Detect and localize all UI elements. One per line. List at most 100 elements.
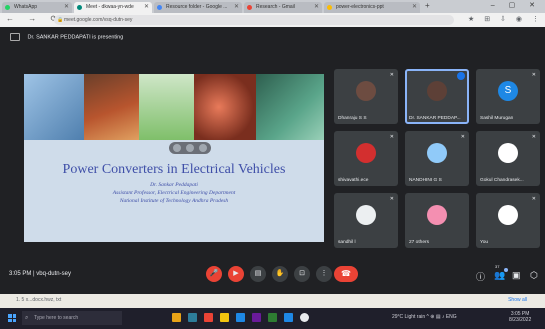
participant-tile[interactable]: ✕ sandhil l: [334, 193, 398, 248]
participant-name: Gokul Chandrasek...: [480, 178, 524, 183]
mic-toggle-button[interactable]: 🎤: [206, 266, 222, 282]
avatar: S: [498, 81, 518, 101]
tab-drive[interactable]: Resource folder - Google ... ✕: [154, 2, 242, 13]
tab-ppt[interactable]: power-electronics-ppt ✕: [324, 2, 420, 13]
chrome-icon[interactable]: [204, 313, 213, 322]
windows-start-icon[interactable]: [8, 314, 16, 322]
new-tab-button[interactable]: +: [425, 1, 430, 10]
excel-icon[interactable]: [268, 313, 277, 322]
previous-slide-icon[interactable]: [173, 144, 181, 152]
file-explorer-icon[interactable]: [172, 313, 181, 322]
participant-tile-others[interactable]: 27 others: [405, 193, 469, 248]
taskbar-app-icon[interactable]: [284, 313, 293, 322]
participant-name: shivavathi.ece: [338, 178, 369, 183]
url-field[interactable]: 🔒 meet.google.com/vsq-dutn-sey: [54, 15, 454, 25]
meeting-code: vbq-dutn-sey: [36, 271, 71, 277]
people-icon[interactable]: 👥: [494, 268, 509, 281]
taskbar-app-icon[interactable]: [252, 313, 261, 322]
participant-tile-speaking[interactable]: Dr. SANKAR PEDDAP...: [405, 69, 469, 124]
mic-off-icon: ✕: [531, 196, 536, 202]
avatar: [427, 81, 447, 101]
window-controls[interactable]: – ▢ ✕: [491, 1, 541, 9]
mic-off-icon: ✕: [389, 134, 394, 140]
raise-hand-button[interactable]: ✋: [272, 266, 288, 282]
meeting-time: 3:05 PM: [9, 271, 32, 277]
lock-icon: 🔒: [57, 17, 64, 23]
slide-author: Dr. Sankar Peddapati: [150, 182, 198, 188]
green-car-image: [139, 74, 194, 140]
extension-icons[interactable]: ★ ⊞ ⇩ ◉ ⋮: [468, 15, 543, 23]
taskbar-app-icon[interactable]: [300, 313, 309, 322]
camera-toggle-button[interactable]: ▶: [228, 266, 244, 282]
close-tab-icon[interactable]: ✕: [144, 2, 149, 13]
presentation-icon: [10, 33, 20, 41]
weather-text: 29°C Light rain: [392, 314, 426, 320]
more-options-button[interactable]: ⋮: [316, 266, 332, 282]
taskbar-clock[interactable]: 3:05 PM 8/23/2022: [509, 311, 531, 323]
search-icon: ⌕: [25, 315, 29, 321]
close-tab-icon[interactable]: ✕: [234, 2, 239, 13]
meet-area: Dr. SANKAR PEDDAPATI is presenting Power…: [0, 27, 545, 294]
word-icon[interactable]: [236, 313, 245, 322]
participant-tile[interactable]: ✕ Gokul Chandrasek...: [476, 131, 540, 186]
avatar: [356, 81, 376, 101]
avatar: [356, 143, 376, 163]
capacitors-image: [194, 74, 256, 140]
participant-name: Sashil Murugan: [480, 116, 514, 121]
close-tab-icon[interactable]: ✕: [314, 2, 319, 13]
show-all-downloads[interactable]: Show all: [508, 297, 527, 303]
meeting-info-icon[interactable]: ⓘ: [476, 270, 485, 283]
participant-tile[interactable]: ✕ Dhanraju S S: [334, 69, 398, 124]
mic-off-icon: ✕: [531, 72, 536, 78]
chat-icon[interactable]: ▣: [512, 270, 521, 281]
next-slide-icon[interactable]: [199, 144, 207, 152]
mic-off-icon: ✕: [389, 72, 394, 78]
search-placeholder: Type here to search: [34, 315, 79, 321]
participant-name: You: [480, 240, 489, 245]
avatar: [356, 205, 376, 225]
taskbar-search-box[interactable]: ⌕ Type here to search: [22, 311, 122, 325]
url-text: meet.google.com/vsq-dutn-sey: [64, 17, 133, 23]
slide-menu-icon[interactable]: [186, 144, 194, 152]
whatsapp-icon: [5, 5, 10, 10]
slide-position: Assistant Professor, Electrical Engineer…: [112, 190, 236, 196]
slides-icon: [327, 5, 332, 10]
tab-label: Meet - dkwaa-yn-wde: [86, 4, 134, 10]
gmail-icon: [247, 5, 252, 10]
tab-label: power-electronics-ppt: [336, 4, 384, 10]
slide-institute: National Institute of Technology Andhra …: [119, 198, 229, 204]
taskbar-app-icon[interactable]: [188, 313, 197, 322]
participant-name: Dr. SANKAR PEDDAP...: [409, 116, 461, 121]
participant-tile[interactable]: ✕ NANDHINI G S: [405, 131, 469, 186]
slide-controls[interactable]: [169, 142, 211, 154]
download-item[interactable]: 1. 5 x...docx.hwz, txt: [16, 297, 61, 303]
present-button[interactable]: ⊡: [294, 266, 310, 282]
participant-tile[interactable]: ✕ S Sashil Murugan: [476, 69, 540, 124]
speaking-indicator-icon: [457, 72, 465, 80]
windows-taskbar: ⌕ Type here to search 29°C Light rain ^ …: [0, 308, 545, 329]
tab-label: Research - Gmail: [256, 4, 295, 10]
components-image: [84, 74, 139, 140]
activities-icon[interactable]: ⬡: [530, 270, 538, 281]
captions-button[interactable]: ▤: [250, 266, 266, 282]
close-tab-icon[interactable]: ✕: [64, 2, 69, 13]
end-call-button[interactable]: ☎: [334, 266, 358, 282]
slide-title: Power Converters in Electrical Vehicles: [62, 162, 286, 177]
participant-tile-self[interactable]: ✕ You: [476, 193, 540, 248]
ev-charger-image: [24, 74, 84, 140]
close-tab-icon[interactable]: ✕: [412, 2, 417, 13]
participant-name: 27 others: [409, 240, 430, 245]
people-count: 37: [495, 264, 500, 269]
participant-tile[interactable]: ✕ shivavathi.ece: [334, 131, 398, 186]
tray-icons: ^ ⊕ ▤ ♪ ENG: [426, 314, 457, 320]
clock-date: 8/23/2022: [509, 317, 532, 323]
tab-gmail[interactable]: Research - Gmail ✕: [244, 2, 322, 13]
tab-label: Resource folder - Google ...: [166, 4, 228, 10]
tab-meet[interactable]: Meet - dkwaa-yn-wde ✕: [74, 2, 152, 13]
system-tray[interactable]: 29°C Light rain ^ ⊕ ▤ ♪ ENG: [392, 314, 457, 320]
tab-whatsapp[interactable]: WhatsApp ✕: [2, 2, 72, 13]
tab-label: WhatsApp: [14, 4, 38, 10]
meeting-controls-bar: 3:05 PM | vbq-dutn-sey 🎤 ▶ ▤ ✋ ⊡ ⋮ ☎ ⓘ 👥…: [0, 261, 545, 294]
taskbar-app-icon[interactable]: [220, 313, 229, 322]
mic-off-icon: ✕: [389, 196, 394, 202]
